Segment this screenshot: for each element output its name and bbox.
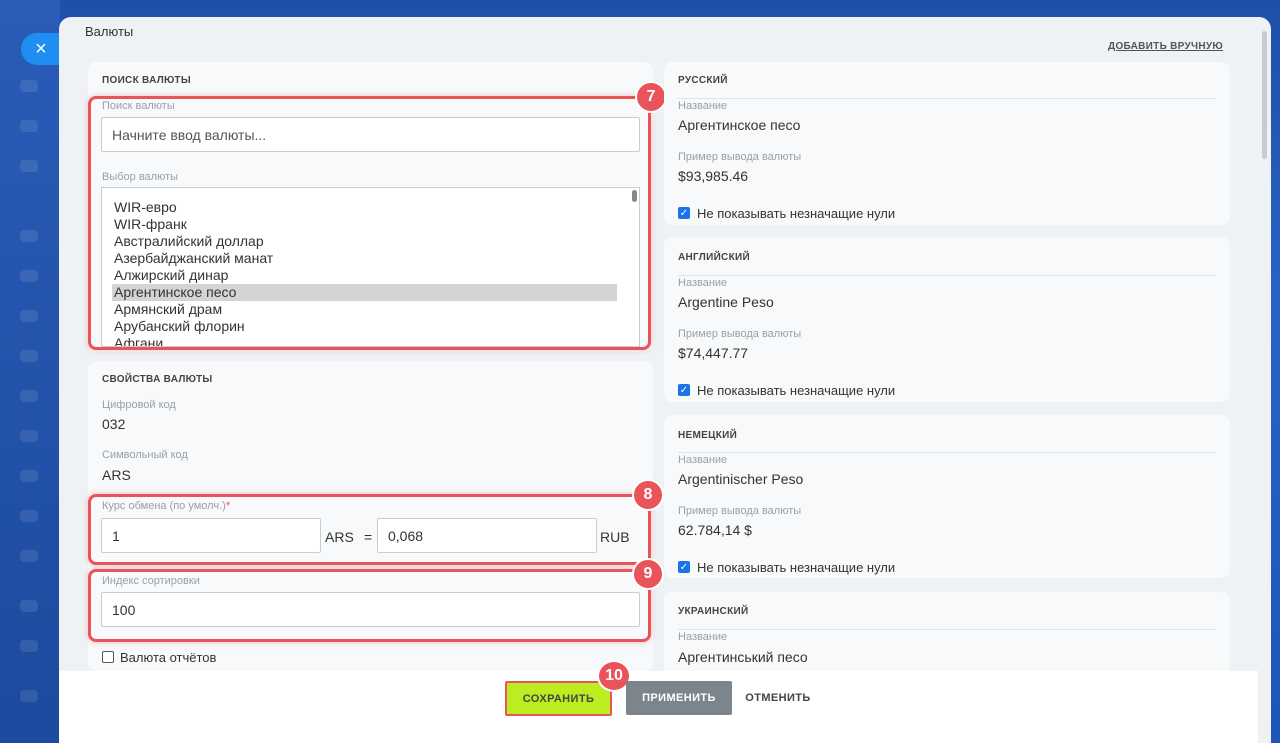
hide-zeros-label-en: Не показывать незначащие нули	[697, 383, 896, 398]
menu-icon	[20, 80, 38, 92]
example-value-de: 62.784,14 $	[678, 522, 752, 538]
page-title: Валюты	[85, 24, 134, 39]
menu-icon	[20, 160, 38, 172]
name-label-en: Название	[678, 277, 728, 289]
numeric-code-value: 032	[102, 416, 126, 432]
lang-heading-uk: УКРАИНСКИЙ	[678, 606, 749, 617]
menu-icon	[20, 600, 38, 612]
hide-zeros-checkbox-ru[interactable]: ✓	[678, 207, 690, 219]
lang-card-de	[664, 415, 1230, 578]
hide-zeros-label-de: Не показывать незначащие нули	[697, 560, 896, 575]
name-label-uk: Название	[678, 631, 728, 643]
numeric-code-label: Цифровой код	[102, 399, 176, 411]
menu-icon	[20, 390, 38, 402]
example-value-en: $74,447.77	[678, 345, 749, 361]
name-label-ru: Название	[678, 100, 728, 112]
menu-icon	[20, 120, 38, 132]
menu-icon	[20, 430, 38, 442]
symbol-code-label: Символьный код	[102, 449, 188, 461]
highlight-frame-8	[88, 494, 651, 565]
step-badge-7: 7	[635, 81, 667, 113]
name-value-uk: Аргентинський песо	[678, 649, 808, 665]
cancel-button[interactable]: ОТМЕНИТЬ	[738, 681, 818, 715]
name-value-en: Argentine Peso	[678, 294, 774, 310]
lang-card-ru	[664, 62, 1230, 225]
hide-zeros-checkbox-en[interactable]: ✓	[678, 384, 690, 396]
apply-button[interactable]: ПРИМЕНИТЬ	[626, 681, 732, 715]
lang-heading-ru: РУССКИЙ	[678, 75, 728, 86]
menu-icon	[20, 230, 38, 242]
report-currency-label: Валюта отчётов	[120, 650, 217, 665]
report-currency-checkbox[interactable]	[102, 651, 114, 663]
lang-heading-en: АНГЛИЙСКИЙ	[678, 252, 750, 263]
symbol-code-value: ARS	[102, 467, 131, 483]
example-label-ru: Пример вывода валюты	[678, 151, 802, 163]
menu-icon	[20, 270, 38, 282]
step-badge-8: 8	[632, 479, 664, 511]
example-label-de: Пример вывода валюты	[678, 505, 802, 517]
save-button[interactable]: СОХРАНИТЬ	[505, 681, 612, 716]
properties-heading: СВОЙСТВА ВАЛЮТЫ	[102, 374, 213, 385]
menu-icon	[20, 470, 38, 482]
name-label-de: Название	[678, 454, 728, 466]
hide-zeros-label-ru: Не показывать незначащие нули	[697, 206, 896, 221]
menu-icon	[20, 350, 38, 362]
step-badge-9: 9	[632, 558, 664, 590]
example-value-ru: $93,985.46	[678, 168, 749, 184]
highlight-frame-7	[88, 96, 651, 350]
menu-icon	[20, 550, 38, 562]
divider	[678, 275, 1216, 276]
divider	[678, 98, 1216, 99]
lang-heading-de: НЕМЕЦКИЙ	[678, 430, 738, 441]
search-heading: ПОИСК ВАЛЮТЫ	[102, 75, 191, 86]
lang-card-uk	[664, 592, 1230, 682]
background-sidebar	[0, 0, 60, 743]
add-manually-link[interactable]: ДОБАВИТЬ ВРУЧНУЮ	[1108, 41, 1223, 52]
name-value-ru: Аргентинское песо	[678, 117, 801, 133]
menu-icon	[20, 690, 38, 702]
menu-icon	[20, 510, 38, 522]
divider	[678, 629, 1216, 630]
menu-icon	[20, 640, 38, 652]
hide-zeros-checkbox-de[interactable]: ✓	[678, 561, 690, 573]
example-label-en: Пример вывода валюты	[678, 328, 802, 340]
close-panel-button[interactable]: ×	[21, 33, 61, 65]
menu-icon	[20, 310, 38, 322]
close-icon: ×	[35, 37, 47, 60]
divider	[678, 452, 1216, 453]
name-value-de: Argentinischer Peso	[678, 471, 804, 487]
highlight-frame-9	[88, 569, 651, 642]
panel-scrollbar[interactable]	[1262, 31, 1267, 159]
